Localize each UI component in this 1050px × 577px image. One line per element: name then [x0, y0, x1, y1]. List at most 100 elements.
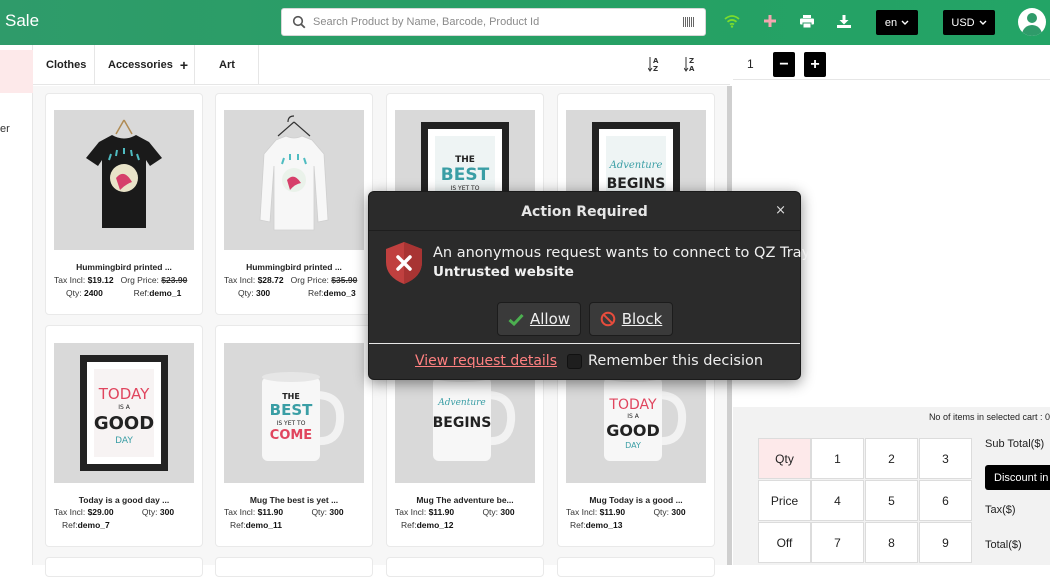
product-qty: 300 [500, 507, 515, 517]
keypad-key-3[interactable]: 3 [919, 438, 972, 479]
product-meta-row: Qty: 2400 Ref:demo_1 [66, 288, 181, 298]
search-icon [292, 15, 306, 29]
orig-price: $35.90 [331, 275, 358, 285]
product-card[interactable] [215, 557, 373, 577]
product-card[interactable]: Hummingbird printed ... Tax Incl: $28.72… [215, 93, 373, 315]
svg-text:Adventure: Adventure [609, 160, 663, 171]
product-search[interactable]: Search Product by Name, Barcode, Product… [281, 8, 706, 36]
product-qty: 300 [329, 507, 344, 517]
svg-text:IS YET TO: IS YET TO [277, 420, 306, 427]
orig-price-label: Org Price: [120, 275, 159, 285]
print-icon[interactable] [799, 13, 815, 29]
qz-tray-dialog: Action Required × An anonymous request w… [368, 191, 810, 380]
sidebar-item-label[interactable]: er [0, 123, 10, 135]
chevron-down-icon [901, 20, 909, 25]
product-card[interactable]: TODAY IS A GOOD DAY Today is a good day … [45, 325, 203, 547]
keypad-key-2[interactable]: 2 [865, 438, 918, 479]
sort-desc-icon[interactable]: ZA [683, 56, 698, 74]
language-select[interactable]: en [876, 10, 918, 35]
svg-text:COME: COME [270, 428, 312, 443]
product-price-row: Tax Incl: $11.90 Qty: 300 [224, 507, 344, 517]
svg-text:A: A [689, 65, 695, 72]
currency-select[interactable]: USD [943, 10, 995, 35]
product-meta-row: Qty: 300 Ref:demo_3 [238, 288, 356, 298]
product-name: Hummingbird printed ... [76, 262, 172, 272]
svg-text:BEGINS: BEGINS [607, 176, 666, 192]
svg-text:BEST: BEST [270, 401, 313, 419]
svg-text:IS A: IS A [627, 413, 639, 420]
download-icon[interactable] [836, 13, 852, 29]
product-price-row: Tax Incl: $28.72 Org Price: $35.90 [224, 275, 357, 285]
checkmark-icon [508, 313, 524, 326]
product-card[interactable]: Hummingbird printed ... Tax Incl: $19.12… [45, 93, 203, 315]
wifi-icon [724, 13, 740, 29]
expand-plus-icon[interactable]: + [180, 57, 188, 73]
block-button[interactable]: Block [589, 302, 673, 336]
tab-clothes[interactable]: Clothes [33, 45, 95, 85]
user-avatar-icon[interactable] [1018, 8, 1046, 36]
svg-text:THE: THE [282, 392, 300, 401]
barcode-icon[interactable] [683, 17, 695, 27]
remember-decision-checkbox[interactable]: Remember this decision [567, 353, 763, 369]
product-price-row: Tax Incl: $29.00 Qty: 300 [54, 507, 174, 517]
keypad-key-6[interactable]: 6 [919, 480, 972, 521]
keypad-key-4[interactable]: 4 [811, 480, 864, 521]
sidebar-active-item[interactable] [0, 50, 33, 93]
product-card[interactable]: THE BEST IS YET TO COME Mug The best is … [215, 325, 373, 547]
svg-text:IS A: IS A [118, 404, 130, 411]
items-in-cart-count: No of items in selected cart : 0 [928, 412, 1050, 422]
tab-accessories[interactable]: Accessories + [95, 45, 195, 85]
keypad-mode-off[interactable]: Off [758, 522, 811, 563]
price-label: Tax Incl: [54, 507, 86, 517]
product-image [54, 110, 194, 250]
keypad-key-8[interactable]: 8 [865, 522, 918, 563]
product-name: Hummingbird printed ... [246, 262, 342, 272]
product-ref: demo_7 [77, 520, 110, 530]
search-input[interactable]: Search Product by Name, Barcode, Product… [313, 16, 539, 28]
product-price-row: Tax Incl: $11.90 Qty: 300 [395, 507, 515, 517]
product-ref: demo_1 [149, 288, 182, 298]
plus-icon[interactable] [762, 13, 778, 29]
discount-button[interactable]: Discount in [985, 465, 1050, 490]
cart-qty-value[interactable]: 1 [747, 57, 754, 71]
product-card[interactable] [45, 557, 203, 577]
tab-label: Clothes [46, 59, 87, 71]
svg-text:GOOD: GOOD [94, 413, 154, 434]
product-card[interactable] [557, 557, 715, 577]
checkbox-box[interactable] [567, 353, 582, 369]
ref-label: Ref: [401, 520, 417, 530]
total-label: Total($) [985, 539, 1022, 551]
keypad-key-7[interactable]: 7 [811, 522, 864, 563]
top-bar: Sale Search Product by Name, Barcode, Pr… [0, 0, 1050, 45]
remember-label: Remember this decision [588, 353, 764, 369]
tab-art[interactable]: Art [195, 45, 259, 85]
block-icon [600, 311, 616, 327]
ref-label: Ref: [307, 288, 324, 298]
decrement-button[interactable]: − [773, 52, 795, 77]
increment-button[interactable]: + [804, 52, 826, 77]
tab-label: Art [219, 59, 235, 71]
keypad-mode-qty[interactable]: Qty [758, 438, 811, 479]
close-icon[interactable]: × [775, 203, 786, 218]
keypad-key-9[interactable]: 9 [919, 522, 972, 563]
sort-asc-icon[interactable]: AZ [647, 56, 662, 74]
view-request-details-link[interactable]: View request details [415, 353, 557, 369]
product-name: Mug Today is a good ... [589, 495, 683, 505]
allow-button[interactable]: Allow [497, 302, 581, 336]
svg-text:TODAY: TODAY [608, 397, 657, 413]
keypad-mode-price[interactable]: Price [758, 480, 811, 521]
price-label: Tax Incl: [395, 507, 427, 517]
product-qty: 300 [159, 507, 175, 517]
product-price-row: Tax Incl: $11.90 Qty: 300 [566, 507, 686, 517]
keypad-key-1[interactable]: 1 [811, 438, 864, 479]
keypad-key-5[interactable]: 5 [865, 480, 918, 521]
product-name: Mug The adventure be... [416, 495, 514, 505]
dialog-title: Action Required [521, 204, 648, 220]
svg-text:DAY: DAY [625, 441, 641, 450]
price-label: Tax Incl: [54, 275, 86, 285]
product-meta-row: Ref:demo_12 [401, 520, 453, 530]
product-card[interactable] [386, 557, 544, 577]
product-price: $28.72 [257, 275, 284, 285]
qty-label: Qty: [141, 507, 158, 517]
product-ref: demo_12 [416, 520, 454, 530]
